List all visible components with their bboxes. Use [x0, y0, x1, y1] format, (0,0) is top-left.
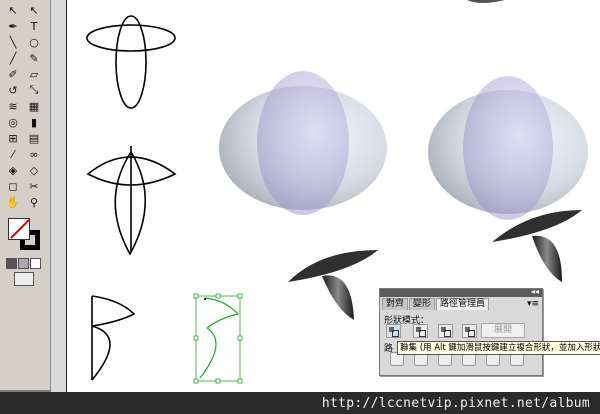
clipped-object[interactable] [467, 0, 505, 3]
sketch-petal-path[interactable] [91, 295, 136, 381]
panel-tabs: 對齊 變形 路徑管理員 [382, 298, 490, 310]
tab-pathfinder[interactable]: 路徑管理員 [436, 298, 490, 310]
unite-tooltip: 聯集 (用 Alt 鍵加滑鼠按鍵建立複合形狀，並加入形狀區域) [397, 341, 600, 355]
pathfinder-panel[interactable]: ◂◂ 對齊 變形 路徑管理員 ▾≡ 形狀模式： 展開 路 [379, 287, 543, 376]
tab-align[interactable]: 對齊 [382, 298, 409, 310]
panel-menu-icon[interactable]: ▾≡ [527, 299, 539, 309]
collapse-panel-icon[interactable]: ◂◂ [531, 287, 539, 296]
panel-titlebar[interactable]: ◂◂ [380, 287, 542, 297]
rendered-flower-2[interactable] [428, 76, 588, 282]
sketch-leaf-shape[interactable] [86, 146, 177, 256]
rendered-flower-1[interactable] [219, 71, 387, 320]
sketch-crossed-ellipses[interactable] [86, 15, 176, 109]
watermark-url: http://lccnetvip.pixnet.net/album [321, 396, 590, 411]
intersect-button[interactable] [438, 324, 453, 338]
exclude-button[interactable] [462, 324, 477, 338]
tab-transform[interactable]: 變形 [409, 298, 436, 310]
expand-button[interactable]: 展開 [481, 323, 525, 338]
unite-button[interactable] [386, 324, 401, 338]
minus-front-button[interactable] [413, 324, 428, 338]
selected-path[interactable] [193, 293, 243, 384]
